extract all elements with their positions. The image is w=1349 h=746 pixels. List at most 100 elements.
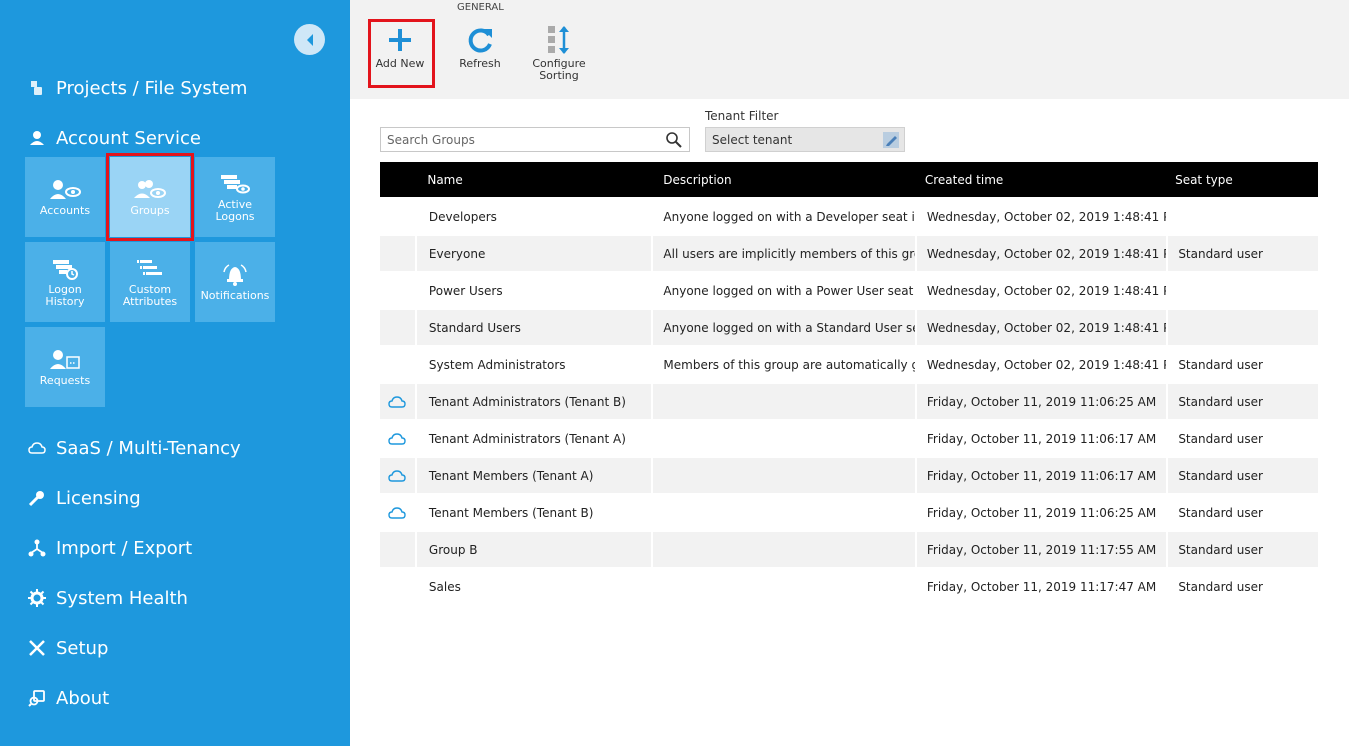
tile-logon-history[interactable]: Logon History xyxy=(25,242,105,322)
nav-import-export[interactable]: Import / Export xyxy=(28,533,192,563)
cell-name: Sales xyxy=(428,579,461,594)
cell-name: Tenant Members (Tenant A) xyxy=(416,458,652,493)
row-type-cell xyxy=(380,310,415,345)
cell-seat-type: Standard user xyxy=(1178,431,1263,446)
column-header-created-time[interactable]: Created time xyxy=(915,162,1163,197)
nav-about[interactable]: About xyxy=(28,683,109,713)
column-header-description[interactable]: Description xyxy=(653,162,913,197)
cloud-icon xyxy=(28,442,46,454)
collapse-sidebar-button[interactable] xyxy=(294,24,325,55)
tile-active-logons[interactable]: Active Logons xyxy=(195,157,275,237)
cell-created-time: Wednesday, October 02, 2019 1:48:41 PM xyxy=(916,236,1167,271)
table-row[interactable]: Power Users Anyone logged on with a Power… xyxy=(380,273,1318,308)
refresh-icon xyxy=(468,28,492,53)
cloud-icon xyxy=(388,395,407,408)
row-type-cell xyxy=(380,347,415,382)
nav-setup[interactable]: Setup xyxy=(28,633,108,663)
cell-name: Group B xyxy=(416,532,652,567)
table-row[interactable]: Tenant Members (Tenant A) Friday, October… xyxy=(380,458,1318,493)
tile-groups[interactable]: Groups xyxy=(110,157,190,237)
plus-icon xyxy=(389,29,411,51)
active-logons-icon xyxy=(221,175,250,194)
table-row[interactable]: Standard Users Anyone logged on with a St… xyxy=(380,310,1318,345)
nav-account-service[interactable]: Account Service xyxy=(28,123,201,153)
nav-licensing[interactable]: Licensing xyxy=(28,483,141,513)
table-row[interactable]: Everyone All users are implicitly members… xyxy=(380,236,1318,271)
cell-seat-type: Standard user xyxy=(1178,579,1263,594)
logon-history-icon xyxy=(53,260,78,280)
table-row[interactable]: Tenant Members (Tenant B) Friday, October… xyxy=(380,495,1318,530)
tile-label: Accounts xyxy=(39,204,91,217)
nav-saas[interactable]: SaaS / Multi-Tenancy xyxy=(28,433,241,463)
tile-label: Groups xyxy=(130,204,170,217)
configure-sorting-button[interactable]: Configure Sorting xyxy=(526,20,592,86)
row-type-cell xyxy=(380,273,415,308)
account-icon xyxy=(30,131,44,145)
tenant-filter-label: Tenant Filter xyxy=(705,109,779,123)
tile-notifications[interactable]: Notifications xyxy=(195,242,275,322)
accounts-icon xyxy=(50,180,81,199)
tile-custom-attributes[interactable]: Custom Attributes xyxy=(110,242,190,322)
nav-label: Licensing xyxy=(56,487,141,509)
row-type-cell xyxy=(380,532,415,567)
table-header: Name Description Created time Seat type xyxy=(380,162,1318,197)
key-icon xyxy=(28,491,44,507)
nav-label: Projects / File System xyxy=(56,77,248,99)
cell-created-time: Friday, October 11, 2019 11:06:17 AM xyxy=(926,431,1157,446)
cloud-icon xyxy=(388,469,407,482)
add-new-label: Add New xyxy=(375,57,425,70)
tile-accounts[interactable]: Accounts xyxy=(25,157,105,237)
bell-icon xyxy=(223,264,247,286)
cell-name: Tenant Administrators (Tenant A) xyxy=(428,431,626,446)
sidebar: Projects / File System Account Service A… xyxy=(0,0,350,746)
search-box xyxy=(380,127,690,152)
cell-seat-type: Standard user xyxy=(1168,532,1318,567)
cell-seat-type: Standard user xyxy=(1178,357,1263,372)
table-row[interactable]: System Administrators Members of this gro… xyxy=(380,347,1318,382)
cell-description: Anyone logged on with a Power User seat … xyxy=(663,283,915,298)
cell-description xyxy=(653,532,915,567)
tile-requests[interactable]: Requests xyxy=(25,327,105,407)
cell-name: System Administrators xyxy=(428,357,566,372)
header-icon-column xyxy=(380,162,413,197)
cell-description xyxy=(653,421,914,456)
table-row[interactable]: Developers Anyone logged on with a Develo… xyxy=(380,199,1318,234)
cloud-icon xyxy=(388,432,407,445)
cell-name: Developers xyxy=(428,209,497,224)
add-new-button[interactable]: Add New xyxy=(367,20,433,86)
table-row[interactable]: Tenant Administrators (Tenant A) Friday, … xyxy=(380,421,1318,456)
nav-label: Import / Export xyxy=(56,537,193,559)
table-row[interactable]: Tenant Administrators (Tenant B) Friday, … xyxy=(380,384,1318,419)
cell-created-time: Wednesday, October 02, 2019 1:48:41 PM xyxy=(916,310,1167,345)
edit-icon[interactable] xyxy=(882,131,900,149)
ribbon-group-label: GENERAL xyxy=(457,2,504,13)
cell-description xyxy=(653,495,914,530)
refresh-button[interactable]: Refresh xyxy=(447,20,513,86)
import-export-icon xyxy=(28,539,46,557)
row-type-cell xyxy=(380,199,415,234)
tools-icon xyxy=(29,640,45,656)
cell-seat-type: Standard user xyxy=(1168,384,1318,419)
nav-system-health[interactable]: System Health xyxy=(28,583,188,613)
row-type-cell xyxy=(380,421,415,456)
groups-icon xyxy=(134,180,166,198)
column-header-seat-type[interactable]: Seat type xyxy=(1165,162,1318,197)
cell-description: Members of this group are automatically … xyxy=(663,357,915,372)
cell-seat-type xyxy=(1168,310,1318,345)
nav-projects[interactable]: Projects / File System xyxy=(28,73,247,103)
search-groups-input[interactable] xyxy=(381,128,663,151)
table-row[interactable]: Group B Friday, October 11, 2019 11:17:55… xyxy=(380,532,1318,567)
tenant-filter-select[interactable]: Select tenant xyxy=(705,127,905,152)
cell-seat-type: Standard user xyxy=(1168,236,1318,271)
search-icon[interactable] xyxy=(663,129,685,151)
cell-created-time: Friday, October 11, 2019 11:06:17 AM xyxy=(916,458,1167,493)
cloud-icon xyxy=(388,506,407,519)
tile-label: Notifications xyxy=(200,289,270,302)
nav-label: SaaS / Multi-Tenancy xyxy=(56,437,241,459)
cell-description xyxy=(653,569,914,604)
row-type-cell xyxy=(380,569,415,604)
table-body: Developers Anyone logged on with a Develo… xyxy=(380,199,1318,604)
column-header-name[interactable]: Name xyxy=(415,162,651,197)
table-row[interactable]: Sales Friday, October 11, 2019 11:17:47 A… xyxy=(380,569,1318,604)
cell-description: Anyone logged on with a Developer seat i… xyxy=(663,209,915,224)
